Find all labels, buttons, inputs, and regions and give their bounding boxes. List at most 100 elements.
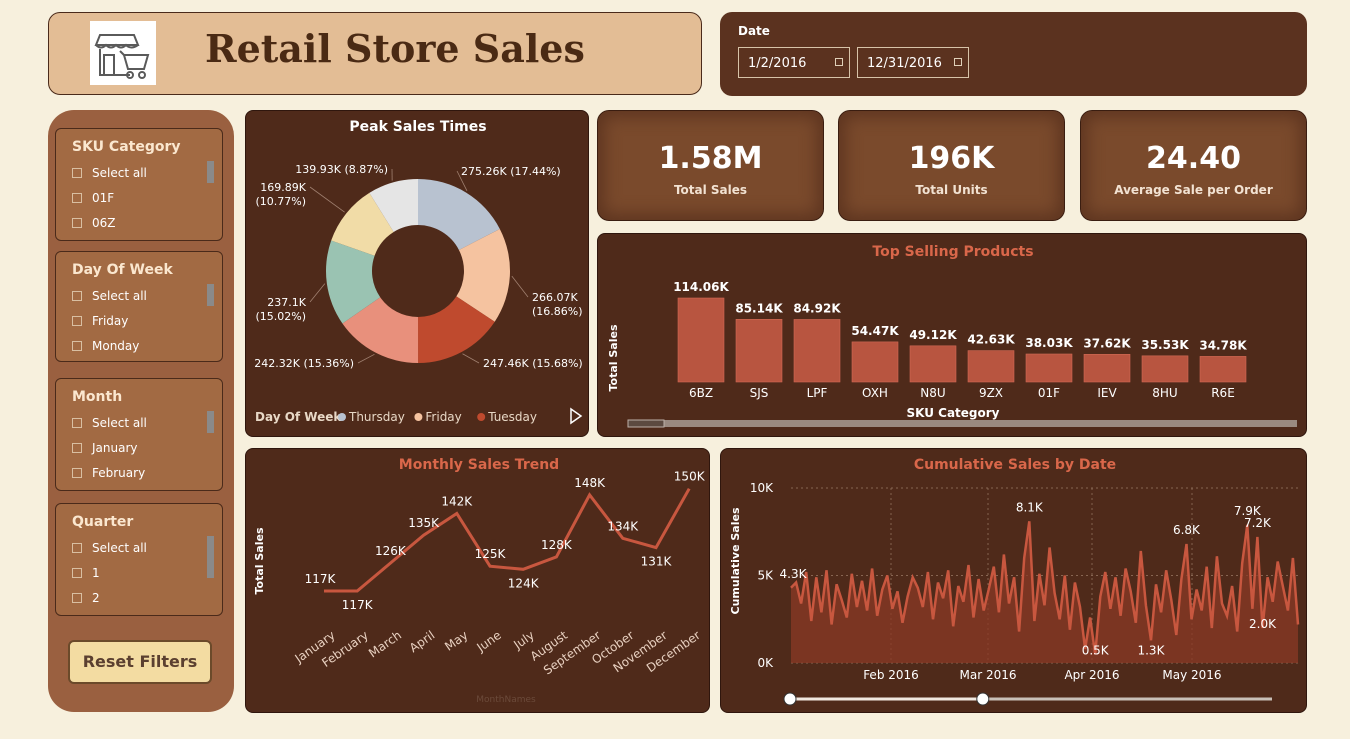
slicer-scrollbar[interactable] — [207, 284, 214, 306]
slicer-scrollbar[interactable] — [207, 161, 214, 183]
checkbox[interactable] — [72, 468, 82, 478]
data-label: 35.53K — [1141, 338, 1189, 352]
data-label: 49.12K — [909, 328, 957, 342]
end-date-input[interactable]: 12/31/2016 — [857, 47, 969, 78]
data-label: 117K — [305, 572, 337, 586]
month-slicer: Month Select all January February — [55, 378, 223, 491]
data-label: 38.03K — [1025, 336, 1073, 350]
kpi-card-total-units: 196K Total Units — [838, 110, 1065, 221]
slicer-option[interactable]: Select all — [72, 416, 147, 430]
slicer-title: SKU Category — [72, 139, 181, 155]
quarter-slicer: Quarter Select all 1 2 — [55, 503, 223, 616]
bar[interactable] — [677, 297, 725, 383]
bar[interactable] — [1199, 356, 1247, 383]
slicer-option[interactable]: 01F — [72, 191, 114, 205]
monthly-sales-line-chart: Monthly Sales Trend Total Sales 117KJanu… — [253, 457, 706, 705]
legend-marker — [338, 413, 346, 421]
calendar-icon[interactable] — [835, 58, 843, 66]
bar[interactable] — [1141, 355, 1189, 383]
slicer-scrollbar[interactable] — [207, 411, 214, 433]
x-tick-label: OXH — [862, 386, 888, 400]
slicer-option[interactable]: Select all — [72, 166, 147, 180]
slicer-option[interactable]: Select all — [72, 541, 147, 555]
x-tick-label: March — [366, 628, 404, 660]
checkbox[interactable] — [72, 418, 82, 428]
bar[interactable] — [793, 319, 841, 383]
slicer-option[interactable]: February — [72, 466, 145, 480]
day-of-week-slicer: Day Of Week Select all Friday Monday — [55, 251, 223, 362]
cumulative-sales-panel: Cumulative Sales by Date Cumulative Sale… — [720, 448, 1307, 713]
checkbox[interactable] — [72, 341, 82, 351]
reset-filters-button[interactable]: Reset Filters — [68, 640, 212, 684]
checkbox[interactable] — [72, 218, 82, 228]
y-axis-label: Cumulative Sales — [729, 507, 742, 614]
slicer-option[interactable]: 1 — [72, 566, 100, 580]
chart-title: Peak Sales Times — [349, 119, 486, 135]
legend-title: Day Of Week — [255, 410, 342, 424]
x-tick-label: Feb 2016 — [863, 668, 919, 682]
page-title: Retail Store Sales — [205, 26, 585, 71]
data-label: 2.0K — [1249, 617, 1277, 631]
legend-marker — [414, 413, 423, 421]
scrollbar-thumb[interactable] — [627, 419, 665, 428]
checkbox[interactable] — [72, 291, 82, 301]
data-label: 117K — [342, 598, 374, 612]
bar[interactable] — [967, 350, 1015, 383]
data-label: 139.93K (8.87%) — [295, 163, 388, 176]
chart-title: Top Selling Products — [872, 244, 1033, 260]
chart-title: Monthly Sales Trend — [399, 457, 559, 473]
slicer-title: Day Of Week — [72, 262, 173, 278]
data-label: 125K — [475, 547, 507, 561]
kpi-value: 24.40 — [1146, 141, 1241, 176]
x-tick-label: Mar 2016 — [960, 668, 1017, 682]
data-label: 148K — [574, 476, 606, 490]
bar[interactable] — [1025, 353, 1073, 383]
checkbox[interactable] — [72, 168, 82, 178]
trend-line[interactable] — [324, 487, 691, 593]
legend-entry[interactable]: Thursday — [348, 410, 405, 424]
legend-entry[interactable]: Tuesday — [487, 410, 537, 424]
slicer-option[interactable]: Select all — [72, 289, 147, 303]
checkbox[interactable] — [72, 593, 82, 603]
checkbox[interactable] — [72, 193, 82, 203]
kpi-value: 1.58M — [658, 141, 763, 176]
bar[interactable] — [851, 341, 899, 383]
slicer-option[interactable]: 2 — [72, 591, 100, 605]
slicer-scrollbar[interactable] — [207, 536, 214, 578]
x-tick-label: 8HU — [1152, 386, 1177, 400]
slicer-option[interactable]: Monday — [72, 339, 139, 353]
checkbox[interactable] — [72, 316, 82, 326]
legend-entry[interactable]: Friday — [425, 410, 461, 424]
start-date-input[interactable]: 1/2/2016 — [738, 47, 850, 78]
data-label: 84.92K — [793, 301, 841, 315]
range-slider-handle-end[interactable] — [976, 692, 990, 706]
chart-title: Cumulative Sales by Date — [914, 457, 1116, 473]
leader-line — [511, 275, 529, 298]
checkbox[interactable] — [72, 543, 82, 553]
data-label: 34.78K — [1199, 338, 1247, 352]
data-label: 7.2K — [1244, 516, 1272, 530]
data-label: 37.62K — [1083, 336, 1131, 350]
checkbox[interactable] — [72, 568, 82, 578]
bar[interactable] — [1083, 353, 1131, 383]
bar[interactable] — [735, 318, 783, 383]
sku-category-slicer: SKU Category Select all 01F 06Z — [55, 128, 223, 241]
kpi-card-total-sales: 1.58M Total Sales — [597, 110, 824, 221]
leader-line — [462, 353, 480, 364]
data-label: 266.07K (16.86%) — [532, 291, 583, 318]
checkbox[interactable] — [72, 443, 82, 453]
legend-next-arrow-icon[interactable] — [570, 407, 583, 425]
horizontal-scrollbar[interactable] — [628, 420, 1297, 427]
slicer-option[interactable]: 06Z — [72, 216, 116, 230]
kpi-label: Average Sale per Order — [1114, 183, 1273, 197]
x-tick-label: SJS — [750, 386, 769, 400]
range-slider-handle-start[interactable] — [783, 692, 797, 706]
data-label: 150K — [674, 470, 706, 484]
data-label: 124K — [508, 576, 540, 590]
y-tick-label: 0K — [757, 656, 774, 670]
slicer-option[interactable]: Friday — [72, 314, 128, 328]
bar[interactable] — [909, 345, 957, 383]
kpi-label: Total Sales — [673, 183, 748, 197]
calendar-icon[interactable] — [954, 58, 962, 66]
slicer-option[interactable]: January — [72, 441, 138, 455]
